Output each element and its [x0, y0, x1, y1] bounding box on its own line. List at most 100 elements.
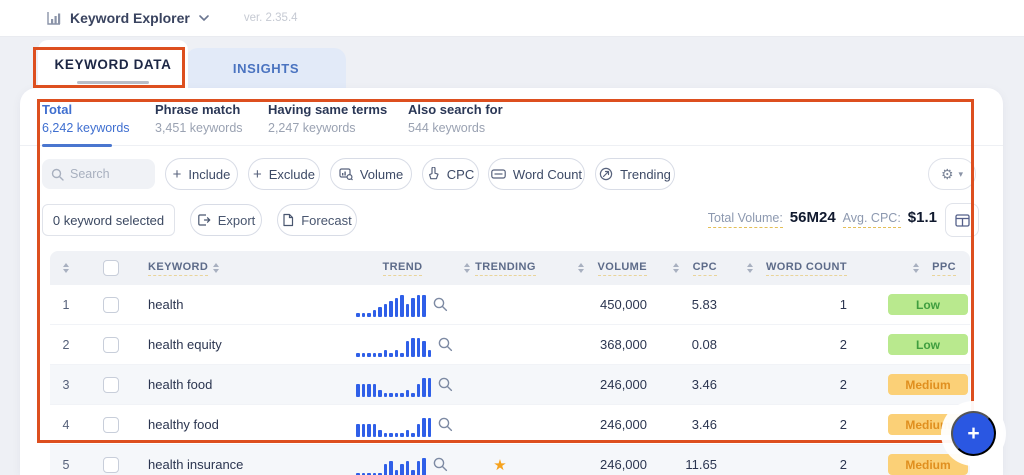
app-switcher[interactable]: Keyword Explorer — [46, 10, 210, 26]
word-count-filter-button[interactable]: Word Count — [488, 158, 585, 190]
magnifier-icon[interactable] — [438, 417, 453, 432]
volume-filter-label: Volume — [359, 166, 404, 182]
row-index: 1 — [62, 297, 70, 312]
sort-icon[interactable] — [464, 263, 470, 273]
add-fab-button[interactable]: + — [951, 411, 996, 456]
trend-cell — [350, 333, 455, 357]
exclude-label: Exclude — [268, 166, 315, 182]
forecast-icon — [282, 213, 294, 227]
forecast-button[interactable]: Forecast — [277, 204, 357, 236]
trending-header[interactable]: TRENDING — [455, 261, 545, 276]
cpc-cell: 3.46 — [691, 417, 717, 432]
include-label: Include — [188, 166, 231, 182]
total-volume-label: Total Volume: — [707, 211, 783, 228]
chevron-down-icon[interactable] — [198, 14, 210, 22]
table-grid-icon — [954, 213, 970, 227]
export-icon — [197, 213, 211, 227]
trend-cell — [350, 453, 455, 475]
search-box[interactable] — [42, 159, 155, 189]
table-row[interactable]: 2 health equity ★ 368,000 0.08 2 Low — [50, 325, 970, 365]
ppc-cell: Medium — [855, 454, 970, 475]
magnifier-icon[interactable] — [438, 337, 453, 352]
exclude-filter-button[interactable]: + Exclude — [248, 158, 320, 190]
cpc-filter-icon — [427, 167, 440, 181]
keywords-table: KEYWORD TREND TRENDING VOLUME CPC WORD C… — [50, 251, 970, 475]
word-count-cell: 1 — [839, 297, 847, 312]
keyword-cell[interactable]: health food — [140, 377, 350, 392]
row-checkbox-cell[interactable] — [82, 456, 140, 473]
keyword-cell[interactable]: health equity — [140, 337, 350, 352]
row-checkbox[interactable] — [103, 376, 119, 393]
magnifier-icon[interactable] — [438, 377, 453, 392]
avg-cpc-value: $1.1 — [907, 209, 937, 226]
settings-button[interactable]: ⚙ ▾ — [928, 158, 976, 190]
volume-header[interactable]: VOLUME — [545, 261, 655, 276]
cpc-filter-label: CPC — [446, 166, 475, 182]
active-stat-underline — [42, 144, 112, 147]
row-checkbox-cell[interactable] — [82, 336, 140, 353]
column-settings-button[interactable] — [945, 203, 979, 237]
row-checkbox-cell[interactable] — [82, 416, 140, 433]
row-checkbox[interactable] — [103, 416, 119, 433]
row-checkbox[interactable] — [103, 456, 119, 473]
stat-total[interactable]: Total 6,242 keywords — [42, 102, 130, 135]
sort-icon[interactable] — [63, 263, 69, 273]
sort-icon[interactable] — [673, 263, 679, 273]
keyword-header[interactable]: KEYWORD — [140, 261, 350, 276]
table-row[interactable]: 3 health food ★ 246,000 3.46 2 Medium — [50, 365, 970, 405]
table-row[interactable]: 1 health ★ 450,000 5.83 1 Low — [50, 285, 970, 325]
stat-having-same-terms-value: 2,247 keywords — [268, 121, 356, 135]
export-button[interactable]: Export — [190, 204, 262, 236]
sort-all-header[interactable] — [50, 263, 82, 273]
trending-filter-button[interactable]: Trending — [595, 158, 675, 190]
keyword-cell[interactable]: health — [140, 297, 350, 312]
keyword-data-panel: Total 6,242 keywords Phrase match 3,451 … — [20, 88, 1003, 475]
table-row[interactable]: 4 healthy food ★ 246,000 3.46 2 Medium — [50, 405, 970, 445]
selected-count-box: 0 keyword selected — [42, 204, 175, 236]
trending-cell: ★ — [455, 456, 545, 474]
version-label: ver. 2.35.4 — [243, 12, 298, 24]
volume-filter-button[interactable]: Volume — [330, 158, 412, 190]
cpc-header[interactable]: CPC — [655, 261, 725, 276]
word-count-cell: 2 — [839, 457, 847, 472]
keyword-cell[interactable]: healthy food — [140, 417, 350, 432]
row-checkbox[interactable] — [103, 336, 119, 353]
sort-icon[interactable] — [213, 263, 219, 273]
cpc-cell: 5.83 — [691, 297, 717, 312]
selected-count-label: 0 keyword selected — [52, 212, 165, 228]
sort-icon[interactable] — [913, 263, 919, 273]
stat-phrase-match-value: 3,451 keywords — [155, 121, 243, 135]
trend-cell — [350, 293, 455, 317]
row-checkbox-cell[interactable] — [82, 296, 140, 313]
tab-keyword-data[interactable]: KEYWORD DATA — [38, 40, 188, 89]
magnifier-icon[interactable] — [433, 297, 448, 312]
trending-star-icon: ★ — [493, 456, 507, 474]
stat-having-same-terms[interactable]: Having same terms 2,247 keywords — [268, 102, 387, 135]
stat-phrase-match-label: Phrase match — [155, 102, 241, 117]
cpc-filter-button[interactable]: CPC — [422, 158, 479, 190]
sort-icon[interactable] — [747, 263, 753, 273]
row-index: 2 — [62, 337, 70, 352]
magnifier-icon[interactable] — [433, 457, 448, 472]
search-input[interactable] — [70, 167, 150, 181]
total-volume-value: 56M24 — [789, 209, 836, 226]
select-all-checkbox[interactable] — [103, 260, 119, 276]
cpc-cell: 0.08 — [691, 337, 717, 352]
stat-also-search-for[interactable]: Also search for 544 keywords — [408, 102, 503, 135]
keyword-cell[interactable]: health insurance — [140, 457, 350, 472]
table-row[interactable]: 5 health insurance ★ 246,000 11.65 2 Med… — [50, 445, 970, 475]
trending-filter-label: Trending — [620, 166, 671, 182]
stat-phrase-match[interactable]: Phrase match 3,451 keywords — [155, 102, 243, 135]
row-checkbox[interactable] — [103, 296, 119, 313]
word-count-header[interactable]: WORD COUNT — [725, 261, 855, 276]
row-index: 5 — [62, 457, 70, 472]
sort-icon[interactable] — [578, 263, 584, 273]
select-all-header[interactable] — [82, 260, 140, 276]
row-checkbox-cell[interactable] — [82, 376, 140, 393]
cpc-cell: 3.46 — [691, 377, 717, 392]
filter-bar: + Include + Exclude Volume CPC Word Coun… — [20, 158, 1003, 192]
ppc-header[interactable]: PPC — [855, 261, 970, 276]
word-count-cell: 2 — [839, 417, 847, 432]
tab-insights[interactable]: INSIGHTS — [186, 48, 346, 89]
include-filter-button[interactable]: + Include — [165, 158, 238, 190]
